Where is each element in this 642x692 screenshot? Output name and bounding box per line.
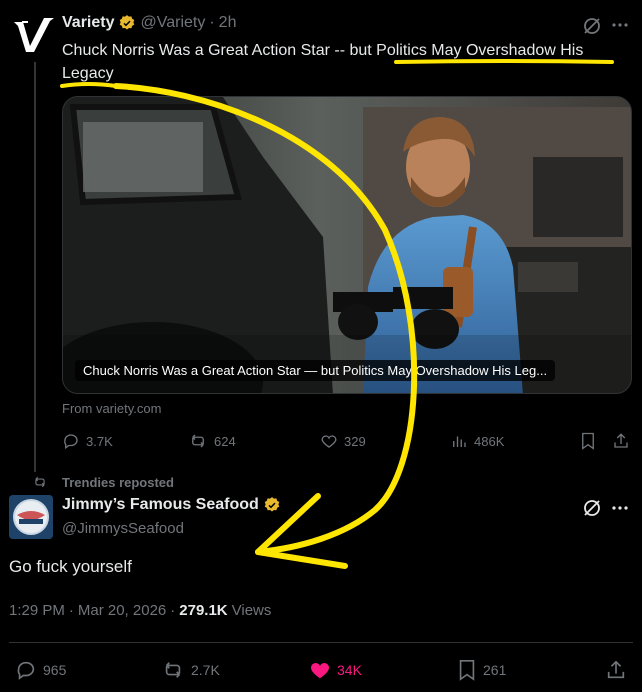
card-source[interactable]: From variety.com	[62, 401, 161, 416]
repost-button[interactable]: 2.7K	[161, 659, 220, 681]
repost-note: Trendies reposted	[35, 475, 174, 490]
share-button[interactable]	[605, 659, 627, 681]
share-icon	[605, 659, 627, 681]
jimmys-avatar[interactable]	[9, 495, 53, 539]
verified-badge-icon	[263, 496, 281, 514]
share-button[interactable]	[612, 432, 630, 450]
like-button[interactable]: 34K	[309, 659, 362, 681]
bookmark-icon	[580, 432, 596, 450]
tweet-meta: 1:29 PM · Mar 20, 2026 · 279.1K Views	[9, 602, 271, 619]
meta-dot: ·	[68, 602, 74, 619]
bookmark-button[interactable]	[580, 432, 596, 450]
share-icon	[612, 432, 630, 450]
views-count: 486K	[474, 433, 505, 449]
reply-button[interactable]: 965	[15, 659, 66, 681]
analytics-icon	[450, 432, 468, 450]
views-label: Views	[231, 602, 272, 619]
bookmark-count: 261	[483, 662, 507, 678]
main-tweet-text: Go fuck yourself	[9, 557, 132, 576]
repost-note-text[interactable]: Trendies reposted	[62, 475, 174, 490]
card-image	[63, 97, 631, 393]
tweet-date[interactable]: Mar 20, 2026	[78, 602, 166, 619]
more-options-icon[interactable]	[612, 22, 628, 28]
card-caption: Chuck Norris Was a Great Action Star — b…	[75, 360, 556, 381]
grok-icon[interactable]	[582, 498, 602, 518]
top-tweet-actions: 3.7K 624 329 486K	[62, 430, 632, 452]
verified-badge-icon	[118, 14, 136, 32]
meta-dot: ·	[170, 602, 176, 619]
repost-icon	[188, 432, 208, 450]
more-options-icon[interactable]	[612, 505, 628, 511]
repost-icon	[161, 659, 185, 681]
arrow-head-lower	[255, 549, 348, 569]
main-author-handle[interactable]: @JimmysSeafood	[62, 520, 184, 537]
reply-count: 965	[43, 662, 67, 678]
views-count: 279.1K	[179, 602, 228, 619]
author-handle[interactable]: @Variety	[140, 14, 205, 32]
variety-avatar[interactable]	[10, 12, 56, 58]
heart-filled-icon	[309, 659, 331, 681]
main-tweet-header: Jimmy’s Famous Seafood	[62, 496, 281, 514]
bookmark-button[interactable]: 261	[457, 659, 506, 681]
main-author-name[interactable]: Jimmy’s Famous Seafood	[62, 496, 259, 514]
reply-count: 3.7K	[86, 433, 113, 449]
repost-count: 2.7K	[191, 662, 220, 678]
like-count: 34K	[337, 662, 362, 678]
separator-dot: ·	[209, 14, 215, 31]
tweet-time[interactable]: 2h	[219, 14, 237, 32]
link-card[interactable]: Chuck Norris Was a Great Action Star — b…	[62, 96, 632, 394]
like-button[interactable]: 329	[320, 432, 366, 450]
top-tweet-header: Variety @Variety · 2h	[62, 14, 236, 32]
grok-icon[interactable]	[582, 16, 602, 36]
main-tweet-actions: 965 2.7K 34K 261	[9, 658, 633, 682]
views-button[interactable]: 486K	[450, 432, 504, 450]
author-name[interactable]: Variety	[62, 14, 114, 32]
thread-line	[34, 62, 36, 472]
top-tweet-text: Chuck Norris Was a Great Action Star -- …	[62, 42, 584, 82]
reply-icon	[62, 432, 80, 450]
divider	[9, 642, 633, 643]
repost-small-icon	[32, 475, 48, 489]
bookmark-icon	[457, 659, 477, 681]
reply-button[interactable]: 3.7K	[62, 432, 113, 450]
reply-icon	[15, 659, 37, 681]
tweet-time[interactable]: 1:29 PM	[9, 602, 65, 619]
repost-button[interactable]: 624	[188, 432, 236, 450]
repost-count: 624	[214, 433, 236, 449]
heart-icon	[320, 432, 338, 450]
like-count: 329	[344, 433, 366, 449]
